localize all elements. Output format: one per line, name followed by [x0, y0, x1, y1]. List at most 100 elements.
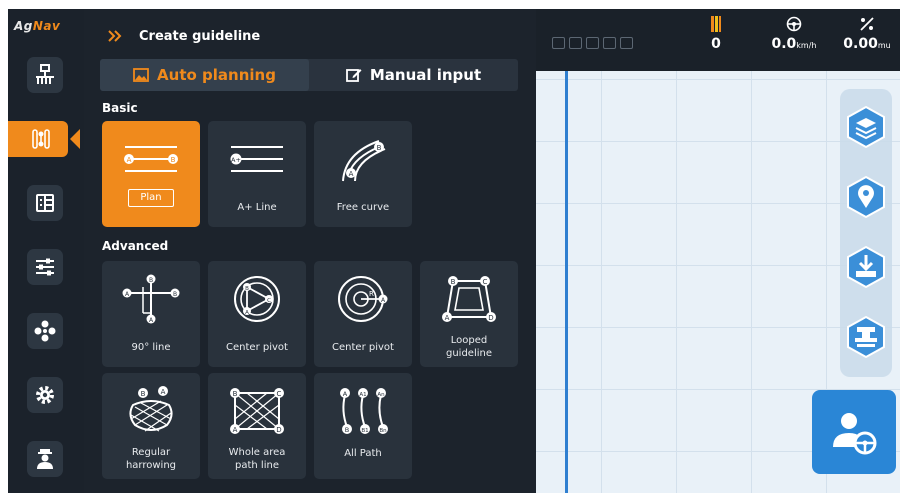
svg-text:B: B [171, 156, 176, 164]
basic-section-label: Basic [102, 101, 138, 115]
left-nav-rail: AgNav [8, 9, 84, 493]
guidance-line [565, 71, 568, 493]
guideline-option-plan[interactable]: A B Plan [102, 121, 200, 227]
svg-text:A: A [233, 426, 238, 434]
location-pin-icon[interactable] [844, 175, 888, 219]
edit-icon [345, 69, 362, 82]
option-label-line1: Looped [450, 335, 488, 346]
option-label: 90° line [131, 342, 171, 353]
svg-text:D: D [276, 426, 281, 434]
svg-text:A1: A1 [359, 392, 366, 398]
count-value: 0 [711, 36, 721, 52]
panel-title: Create guideline [139, 29, 261, 44]
speed-unit: km/h [796, 41, 817, 50]
svg-text:B: B [451, 278, 456, 286]
svg-text:B: B [173, 291, 177, 298]
steering-wheel-icon [786, 16, 802, 32]
looped-guideline-icon: B C A D [442, 276, 496, 322]
guideline-option-all-path[interactable]: A A1 An B B1 Bn All Path [314, 373, 412, 479]
network-icon[interactable] [27, 313, 63, 349]
create-guideline-panel: Create guideline Auto planning Manual in… [84, 9, 536, 493]
auto-steer-button[interactable] [812, 390, 896, 474]
svg-text:B: B [377, 144, 382, 152]
guideline-option-90-line[interactable]: A B B A 90° line [102, 261, 200, 367]
svg-text:A: A [245, 310, 249, 316]
implement-icon[interactable] [27, 57, 63, 93]
map-view[interactable]: 0 0.0km/h 0.00mu [536, 9, 900, 493]
option-label: A+ Line [237, 202, 277, 213]
svg-text:A: A [349, 170, 354, 178]
speed-stat: 0.0km/h [762, 13, 826, 55]
a-plus-line-icon: A+ [230, 146, 283, 172]
svg-text:R: R [369, 290, 374, 298]
field-data-icon[interactable] [27, 185, 63, 221]
svg-text:A: A [161, 388, 166, 396]
tab-auto-planning[interactable]: Auto planning [100, 59, 309, 91]
advanced-section-label: Advanced [102, 239, 169, 253]
operator-icon[interactable] [27, 441, 63, 477]
app-logo: AgNav [14, 19, 61, 33]
guideline-option-looped[interactable]: B C A D Looped guideline [420, 261, 518, 367]
layers-icon[interactable] [844, 105, 888, 149]
option-label: All Path [344, 448, 382, 459]
guideline-option-free-curve[interactable]: A B Free curve [314, 121, 412, 227]
option-label-line2: path line [235, 460, 279, 471]
status-bar: 0 0.0km/h 0.00mu [536, 9, 900, 71]
option-label-line1: Regular [131, 447, 171, 458]
guideline-option-a-plus-line[interactable]: A+ A+ Line [208, 121, 306, 227]
area-icon [860, 17, 874, 31]
option-label: Plan [128, 189, 174, 207]
option-label-line2: guideline [445, 348, 492, 359]
guideline-option-regular-harrowing[interactable]: B A Regular harrowing [102, 373, 200, 479]
guideline-option-center-pivot-radius[interactable]: R A Center pivot [314, 261, 412, 367]
download-field-icon[interactable] [844, 245, 888, 289]
tab-manual-input[interactable]: Manual input [309, 59, 518, 91]
ninety-degree-line-icon: A B B A [122, 274, 180, 324]
option-label: Center pivot [226, 342, 288, 353]
center-pivot-icon: B C A [234, 276, 280, 322]
regular-harrowing-icon: B A [129, 386, 173, 432]
image-icon [133, 68, 149, 82]
svg-text:B: B [149, 277, 153, 284]
svg-text:A: A [343, 390, 348, 398]
center-pivot-radius-icon: R A [338, 276, 388, 322]
ab-line-icon: A B [124, 146, 178, 172]
guideline-arrow-icon [108, 30, 122, 42]
bar-gauge-icon [711, 16, 721, 32]
svg-text:C: C [267, 298, 271, 304]
svg-text:C: C [483, 278, 488, 286]
svg-text:An: An [377, 392, 385, 398]
svg-text:D: D [488, 314, 493, 322]
area-stat: 0.00mu [836, 13, 898, 55]
area-value: 0.00 [843, 36, 878, 52]
signal-cells [552, 37, 633, 49]
driver-steering-icon [833, 413, 877, 455]
tractor-tools-icon[interactable] [844, 315, 888, 359]
option-label: Free curve [336, 202, 390, 213]
sliders-icon[interactable] [27, 249, 63, 285]
svg-text:A: A [445, 314, 450, 322]
guideline-option-whole-area[interactable]: B C A D Whole area path line [208, 373, 306, 479]
guideline-option-center-pivot[interactable]: B C A Center pivot [208, 261, 306, 367]
option-label-line1: Whole area [228, 447, 286, 458]
active-nav-indicator [70, 129, 80, 149]
all-path-icon: A A1 An B B1 Bn [340, 388, 388, 434]
svg-text:Bn: Bn [379, 428, 387, 434]
svg-text:B1: B1 [361, 428, 368, 434]
area-unit: mu [877, 41, 891, 50]
svg-text:A+: A+ [231, 156, 241, 164]
guideline-nav-icon[interactable] [8, 121, 68, 157]
mode-tabs: Auto planning Manual input [100, 59, 518, 91]
svg-text:B: B [345, 426, 349, 434]
svg-text:C: C [277, 390, 282, 398]
gear-icon[interactable] [27, 377, 63, 413]
count-stat: 0 [696, 13, 736, 53]
svg-text:B: B [233, 390, 238, 398]
tab-auto-label: Auto planning [157, 66, 276, 84]
speed-value: 0.0 [771, 36, 797, 52]
svg-text:B: B [245, 286, 249, 292]
option-label: Center pivot [332, 342, 394, 353]
free-curve-icon: A B [342, 140, 386, 182]
tab-manual-label: Manual input [369, 66, 482, 84]
svg-text:A: A [127, 156, 132, 164]
